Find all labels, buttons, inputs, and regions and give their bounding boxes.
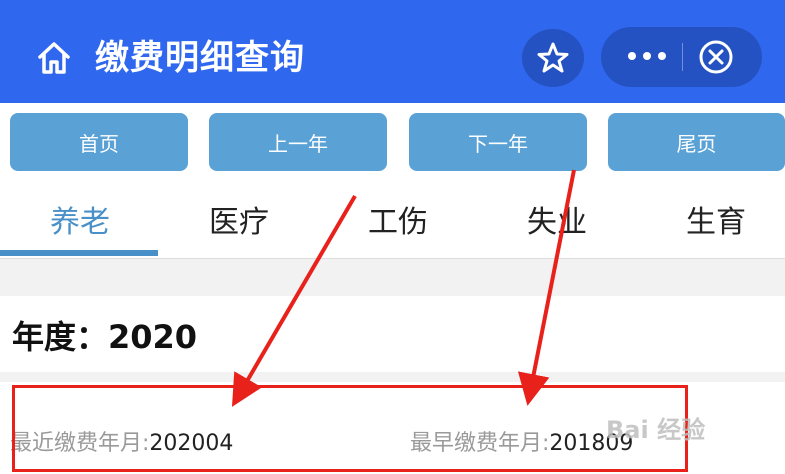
close-icon[interactable]	[698, 39, 734, 75]
mini-program-capsule	[601, 27, 762, 87]
annotation-box	[12, 385, 688, 472]
tab-unemployment[interactable]: 失业	[477, 180, 637, 258]
section-spacer	[0, 259, 785, 296]
prev-year-button[interactable]: 上一年	[209, 113, 387, 171]
tab-pension[interactable]: 养老	[0, 180, 160, 258]
first-page-button[interactable]: 首页	[10, 113, 188, 171]
insurance-tabs: 养老 医疗 工伤 失业 生育	[0, 180, 785, 259]
active-tab-indicator	[0, 250, 158, 256]
section-spacer	[0, 372, 785, 382]
tab-medical[interactable]: 医疗	[159, 180, 319, 258]
pager-row: 首页 上一年 下一年 尾页	[0, 103, 785, 179]
last-page-button[interactable]: 尾页	[608, 113, 785, 171]
page-title: 缴费明细查询	[95, 38, 305, 78]
star-icon	[537, 42, 569, 73]
tab-maternity[interactable]: 生育	[636, 180, 785, 258]
home-icon[interactable]	[34, 38, 74, 78]
tab-work-injury[interactable]: 工伤	[318, 180, 478, 258]
year-heading: 年度：2020	[12, 318, 198, 356]
header-bar: 缴费明细查询	[0, 0, 785, 103]
favorite-button[interactable]	[522, 29, 584, 87]
next-year-button[interactable]: 下一年	[409, 113, 587, 171]
watermark-logo: Bai 经验	[606, 416, 706, 444]
capsule-divider	[682, 43, 683, 71]
more-icon[interactable]	[627, 49, 667, 63]
